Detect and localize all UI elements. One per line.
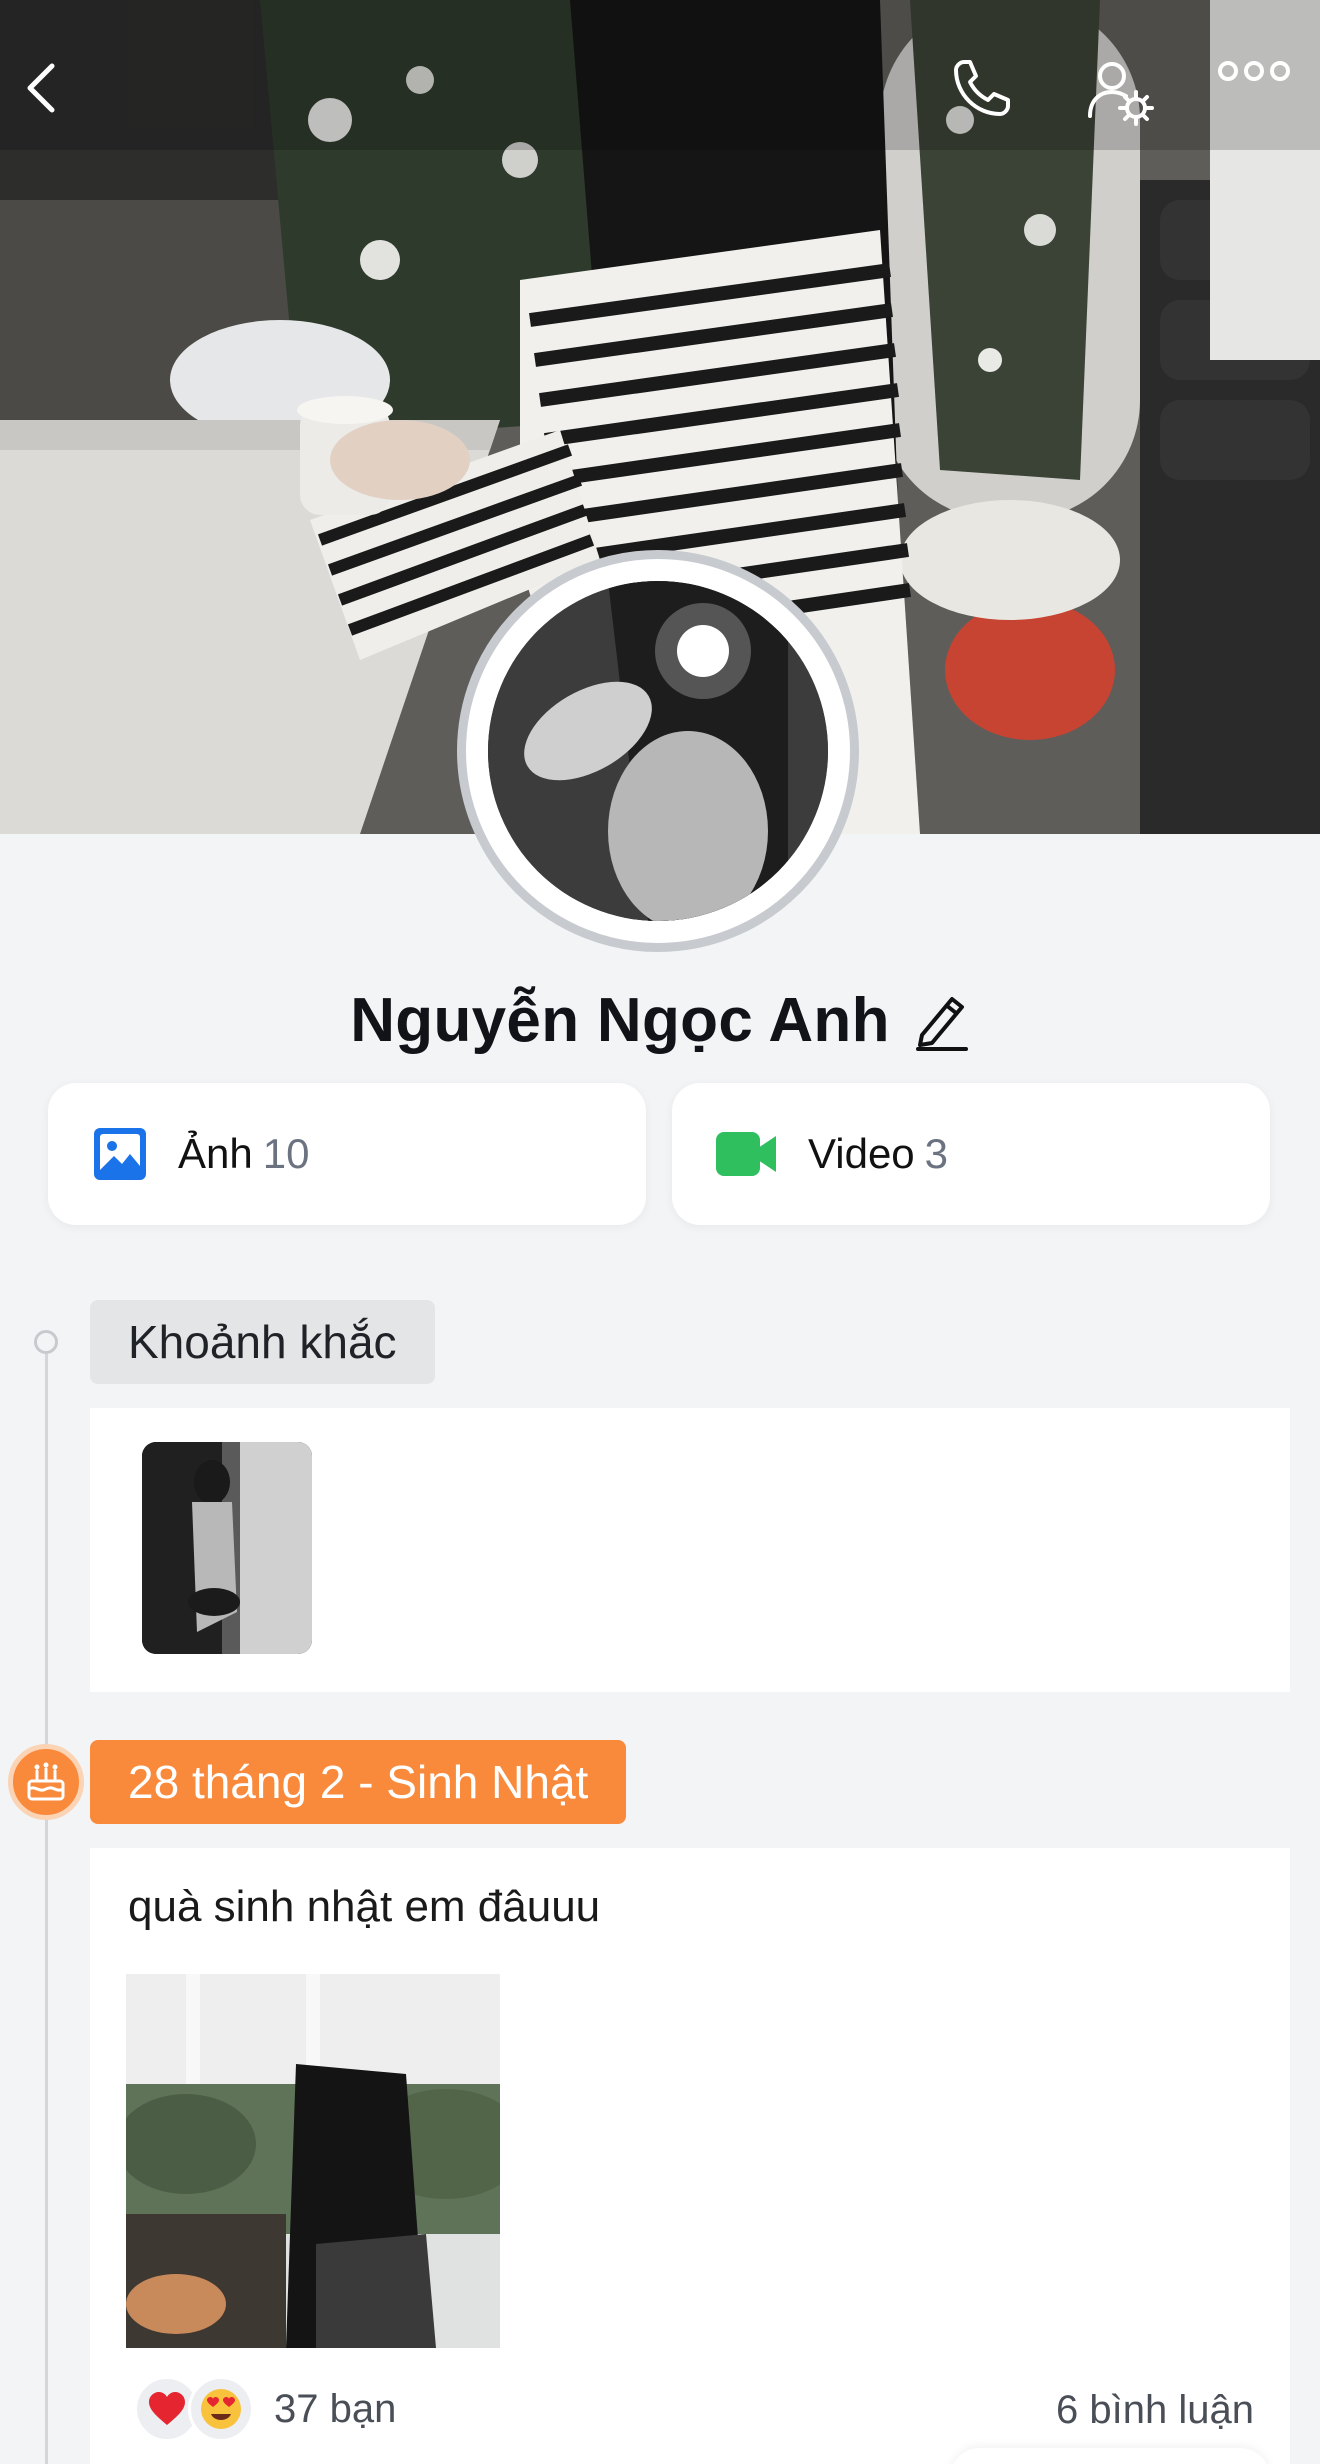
moments-label: Khoảnh khắc xyxy=(90,1300,435,1384)
videos-card[interactable]: Video 3 xyxy=(672,1083,1270,1225)
user-gear-icon xyxy=(1088,62,1154,126)
call-button[interactable] xyxy=(950,56,1030,136)
heart-eyes-icon xyxy=(201,2389,241,2429)
chevron-left-icon xyxy=(27,63,55,113)
more-button[interactable] xyxy=(1216,56,1296,136)
birthday-badge xyxy=(8,1744,84,1820)
birthday-label: 28 tháng 2 - Sinh Nhật xyxy=(90,1740,627,1824)
reaction-count: 37 bạn xyxy=(274,2386,397,2431)
avatar-image xyxy=(488,581,828,921)
moments-card xyxy=(90,1408,1290,1692)
profile-settings-button[interactable] xyxy=(1084,56,1164,136)
photos-label: Ảnh xyxy=(178,1130,253,1177)
post-text: quà sinh nhật em đâuuu xyxy=(128,1882,601,1931)
photos-count: 10 xyxy=(262,1130,310,1177)
post-photo[interactable] xyxy=(126,1974,500,2348)
moment-thumbnail[interactable] xyxy=(142,1442,312,1654)
back-button[interactable] xyxy=(22,58,102,138)
pencil-icon xyxy=(915,997,968,1051)
floating-action-bar[interactable] xyxy=(950,2448,1270,2464)
avatar[interactable] xyxy=(457,550,859,952)
profile-name: Nguyễn Ngọc Anh xyxy=(350,985,890,1055)
more-horizontal-icon xyxy=(1218,61,1290,81)
videos-count: 3 xyxy=(924,1130,949,1177)
image-icon xyxy=(94,1128,146,1180)
birthday-post-card: quà sinh nhật em đâuuu 37 bạn 6 bình luậ… xyxy=(90,1848,1290,2464)
comments-link[interactable]: 6 bình luận xyxy=(1056,2388,1254,2433)
profile-name-row: Nguyễn Ngọc Anh xyxy=(0,980,1320,1060)
cake-icon xyxy=(27,1762,65,1801)
reactions[interactable]: 37 bạn xyxy=(134,2376,396,2442)
photos-card[interactable]: Ảnh 10 xyxy=(48,1083,646,1225)
reaction-love xyxy=(188,2376,254,2442)
edit-name-button[interactable] xyxy=(914,989,970,1051)
heart-icon xyxy=(149,2392,185,2425)
video-camera-icon xyxy=(716,1132,776,1176)
videos-label: Video xyxy=(808,1130,915,1177)
timeline-dot xyxy=(34,1330,58,1354)
phone-icon xyxy=(954,60,1010,116)
timeline-line xyxy=(45,1340,48,2464)
